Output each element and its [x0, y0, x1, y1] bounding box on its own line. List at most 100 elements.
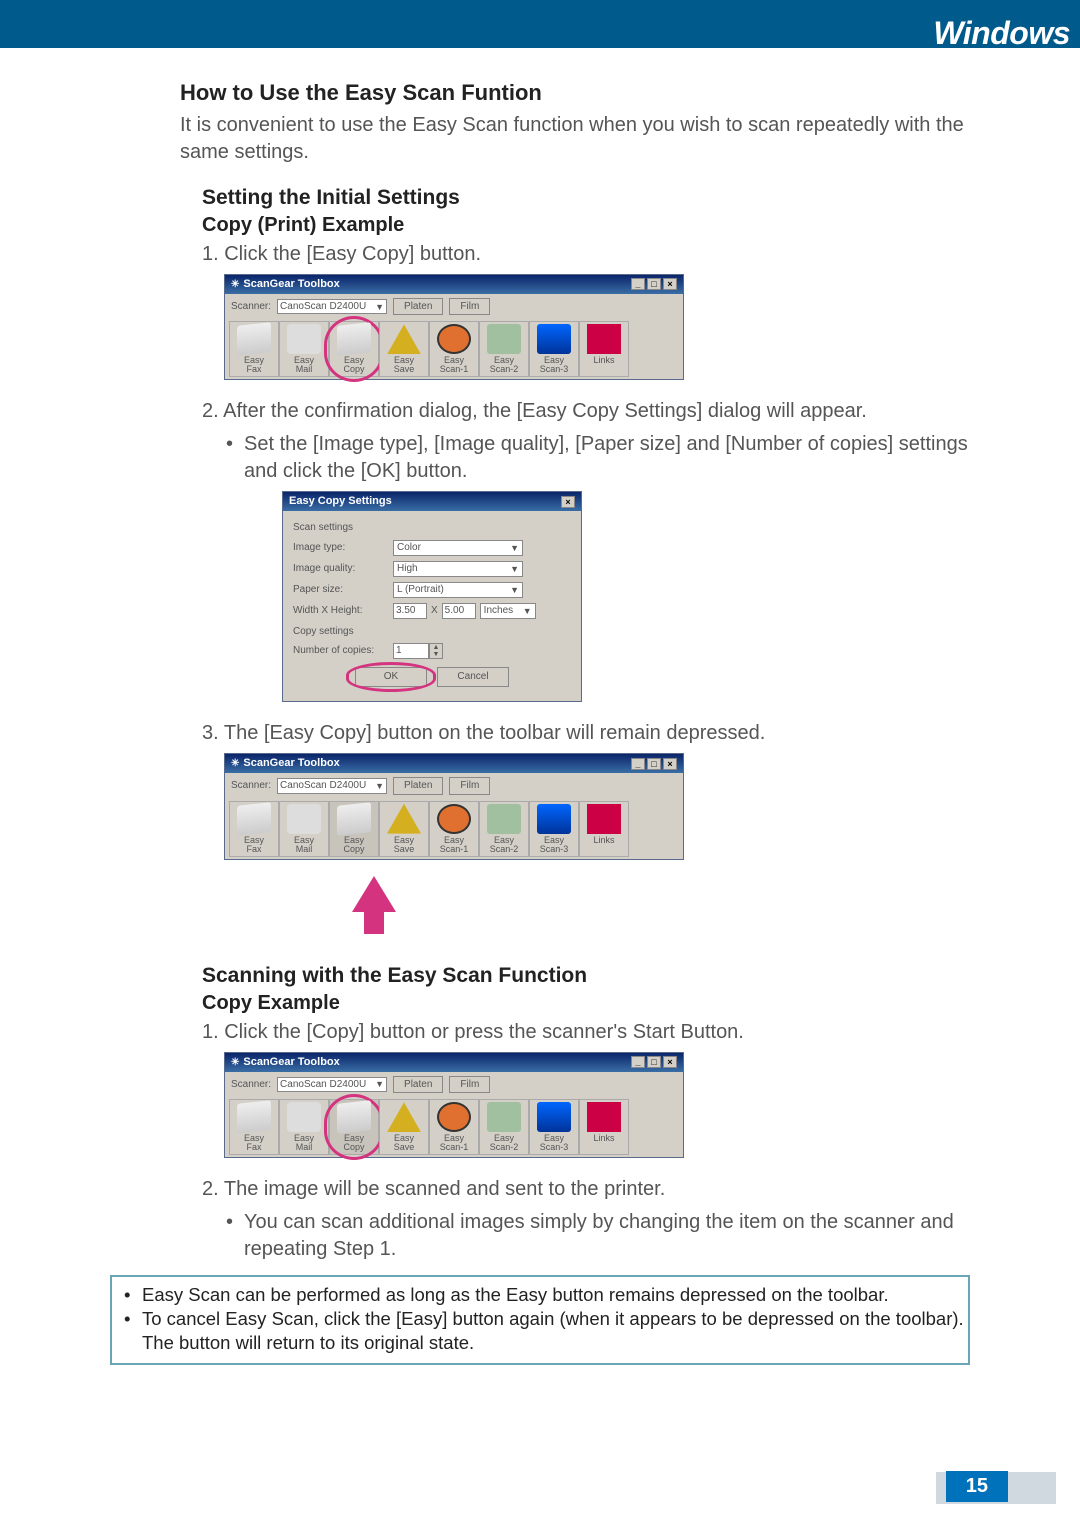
example-label: Copy (Print) Example	[202, 212, 980, 239]
easy-save-button[interactable]: EasySave	[379, 321, 429, 377]
maximize-button[interactable]: □	[647, 1056, 661, 1068]
copy-settings-group-label: Copy settings	[293, 625, 571, 639]
image-type-select[interactable]: Color▼	[393, 540, 523, 556]
easy-copy-button[interactable]: EasyCopy	[329, 321, 379, 377]
bullet-icon: •	[124, 1307, 142, 1355]
links-button[interactable]: Links	[579, 1099, 629, 1155]
chevron-down-icon: ▼	[510, 563, 519, 575]
image-quality-select[interactable]: High▼	[393, 561, 523, 577]
stepper-arrows-icon[interactable]: ▲▼	[429, 643, 443, 659]
easy-scan3-button[interactable]: EasyScan-3	[529, 1099, 579, 1155]
dialog-title: Easy Copy Settings	[289, 494, 559, 509]
section2-bullet: • You can scan additional images simply …	[202, 1209, 980, 1263]
easy-save-button[interactable]: EasySave	[379, 1099, 429, 1155]
gear-icon: ✳	[231, 278, 239, 292]
easy-fax-button[interactable]: EasyFax	[229, 1099, 279, 1155]
scangear-toolbox-window: ✳ ScanGear Toolbox _ □ × Scanner: CanoSc…	[224, 274, 684, 380]
easy-scan1-button[interactable]: EasyScan-1	[429, 1099, 479, 1155]
dialog-titlebar: Easy Copy Settings ×	[283, 492, 581, 511]
chevron-down-icon: ▼	[510, 542, 519, 554]
minimize-button[interactable]: _	[631, 278, 645, 290]
width-height-label: Width X Height:	[293, 604, 393, 618]
scanner-select[interactable]: CanoScan D2400U ▼	[277, 299, 387, 315]
bullet-icon: •	[124, 1283, 142, 1307]
easy-copy-settings-dialog: Easy Copy Settings × Scan settings Image…	[282, 491, 582, 702]
scanner-label: Scanner:	[231, 300, 271, 314]
easy-save-button[interactable]: EasySave	[379, 801, 429, 857]
scanner-select[interactable]: CanoScan D2400U▼	[277, 1077, 387, 1093]
close-button[interactable]: ×	[663, 1056, 677, 1068]
easy-copy-button-depressed[interactable]: EasyCopy	[329, 1099, 379, 1155]
easy-mail-button[interactable]: EasyMail	[279, 1099, 329, 1155]
scan3-icon	[537, 324, 571, 354]
gear-icon: ✳	[231, 757, 239, 771]
copies-label: Number of copies:	[293, 644, 393, 658]
easy-scan3-button[interactable]: EasyScan-3	[529, 321, 579, 377]
easy-mail-button[interactable]: EasyMail	[279, 801, 329, 857]
mail-icon	[287, 324, 321, 354]
close-button[interactable]: ×	[561, 496, 575, 508]
step-3: 3. The [Easy Copy] button on the toolbar…	[202, 720, 980, 747]
example-label: Copy Example	[202, 990, 980, 1017]
tab-film[interactable]: Film	[449, 1076, 490, 1094]
links-icon	[587, 324, 621, 354]
copies-value: 1	[393, 643, 429, 659]
wh-x: X	[431, 604, 438, 618]
notes-box: •Easy Scan can be performed as long as t…	[110, 1275, 970, 1365]
scan1-icon	[437, 324, 471, 354]
easy-mail-button[interactable]: EasyMail	[279, 321, 329, 377]
note-2: To cancel Easy Scan, click the [Easy] bu…	[142, 1307, 968, 1355]
chevron-down-icon: ▼	[523, 605, 532, 617]
paper-size-label: Paper size:	[293, 583, 393, 597]
up-arrow-icon	[352, 876, 396, 912]
easy-copy-button-depressed[interactable]: EasyCopy	[329, 801, 379, 857]
easy-scan1-button[interactable]: EasyScan-1	[429, 321, 479, 377]
minimize-button[interactable]: _	[631, 758, 645, 770]
section-title: How to Use the Easy Scan Funtion	[180, 78, 980, 108]
easy-scan2-button[interactable]: EasyScan-2	[479, 1099, 529, 1155]
paper-size-select[interactable]: L (Portrait)▼	[393, 582, 523, 598]
scangear-toolbox-window: ✳ScanGear Toolbox _□× Scanner: CanoScan …	[224, 753, 684, 859]
links-button[interactable]: Links	[579, 321, 629, 377]
image-quality-label: Image quality:	[293, 562, 393, 576]
width-field[interactable]: 3.50	[393, 603, 427, 619]
tab-platen[interactable]: Platen	[393, 1076, 443, 1094]
easy-scan2-button[interactable]: EasyScan-2	[479, 321, 529, 377]
easy-fax-button[interactable]: EasyFax	[229, 801, 279, 857]
copies-stepper[interactable]: 1 ▲▼	[393, 643, 443, 659]
tab-film[interactable]: Film	[449, 298, 490, 316]
scan-settings-group-label: Scan settings	[293, 521, 571, 535]
step-2-bullet-text: Set the [Image type], [Image quality], […	[244, 431, 980, 485]
tab-platen[interactable]: Platen	[393, 298, 443, 316]
minimize-button[interactable]: _	[631, 1056, 645, 1068]
section-intro: It is convenient to use the Easy Scan fu…	[180, 112, 980, 166]
bullet-icon: •	[226, 431, 244, 485]
cancel-button[interactable]: Cancel	[437, 667, 509, 687]
ok-button[interactable]: OK	[355, 667, 427, 687]
tab-platen[interactable]: Platen	[393, 777, 443, 795]
easy-scan3-button[interactable]: EasyScan-3	[529, 801, 579, 857]
close-button[interactable]: ×	[663, 278, 677, 290]
gear-icon: ✳	[231, 1056, 239, 1070]
save-icon	[387, 324, 421, 354]
scanner-select[interactable]: CanoScan D2400U▼	[277, 778, 387, 794]
height-field[interactable]: 5.00	[442, 603, 476, 619]
step-1: 1. Click the [Easy Copy] button.	[202, 241, 980, 268]
section2-bullet-text: You can scan additional images simply by…	[244, 1209, 980, 1263]
tab-film[interactable]: Film	[449, 777, 490, 795]
units-select[interactable]: Inches▼	[480, 603, 536, 619]
maximize-button[interactable]: □	[647, 758, 661, 770]
easy-scan2-button[interactable]: EasyScan-2	[479, 801, 529, 857]
easy-scan1-button[interactable]: EasyScan-1	[429, 801, 479, 857]
chevron-down-icon: ▼	[375, 780, 384, 792]
chevron-down-icon: ▼	[375, 301, 384, 313]
step-1: 1. Click the [Copy] button or press the …	[202, 1019, 980, 1046]
scangear-toolbox-window: ✳ScanGear Toolbox _□× Scanner: CanoScan …	[224, 1052, 684, 1158]
maximize-button[interactable]: □	[647, 278, 661, 290]
step-2: 2. The image will be scanned and sent to…	[202, 1176, 980, 1203]
page-body: How to Use the Easy Scan Funtion It is c…	[0, 48, 1080, 1263]
up-arrow-stem	[364, 912, 384, 934]
easy-fax-button[interactable]: EasyFax	[229, 321, 279, 377]
close-button[interactable]: ×	[663, 758, 677, 770]
links-button[interactable]: Links	[579, 801, 629, 857]
